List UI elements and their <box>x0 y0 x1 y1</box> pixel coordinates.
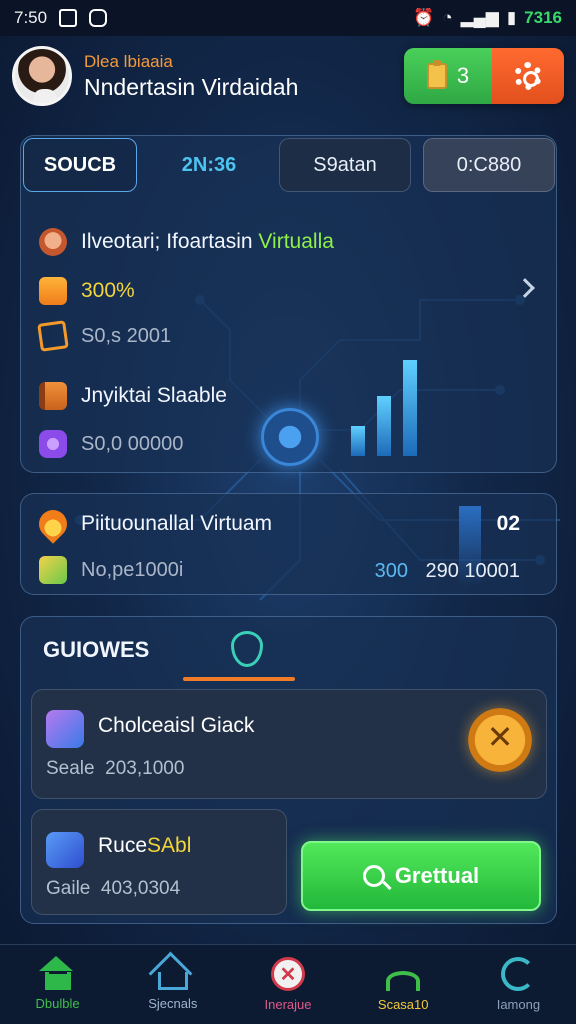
stats-row-percent[interactable]: 300% <box>39 277 135 305</box>
nav-signal[interactable]: Scasa10 <box>346 945 461 1024</box>
chart-icon <box>37 320 69 352</box>
summary-sub: No,pe1000i <box>81 558 184 581</box>
book-icon <box>39 382 67 410</box>
battery-text: 7316 <box>524 8 562 27</box>
bottom-nav: Dbulble Sjecnals ✕ Inerajue Scasa10 Iamo… <box>0 944 576 1024</box>
card-sub: Seale 203,1000 <box>46 758 185 779</box>
battery-icon: ▮ <box>506 8 517 27</box>
stats-row-stable[interactable]: Jnyiktai Slaable <box>39 382 227 410</box>
signal-icon: ▂▄▆ <box>460 8 499 27</box>
coin-badge-icon[interactable] <box>468 708 532 772</box>
row-label: Ilveotari; Ifoartasin Virtualla <box>81 230 334 253</box>
wifi-status-icon: ◔ <box>442 8 453 27</box>
gear-icon <box>514 62 542 90</box>
cash-icon <box>39 556 67 584</box>
nav-label: Dbulble <box>35 996 80 1011</box>
gift-box-icon <box>46 710 84 748</box>
stats-row-profile[interactable]: Ilveotari; Ifoartasin Virtualla <box>39 228 334 256</box>
stats-panel: SOUCB 2N:36 S9atan 0:C880 Ilveotari; Ifo… <box>20 135 557 473</box>
shield-notification-icon <box>89 9 108 27</box>
row-label: S0,0 00000 <box>81 432 184 455</box>
row-label: Jnyiktai Slaable <box>81 384 227 407</box>
summary-title: Piituounallal Virtuam <box>81 512 273 535</box>
flame-icon <box>33 504 73 544</box>
coin-purple-icon <box>39 430 67 458</box>
card-title: Cholceaisl Giack <box>98 714 255 737</box>
mini-bar-decoration <box>351 356 431 456</box>
nav-label: Scasa10 <box>377 997 429 1012</box>
chip-icon <box>261 408 319 466</box>
row-label: S0,s 2001 <box>81 324 172 347</box>
summary-panel[interactable]: Piituounallal Virtuam No,pe1000i 02 300 … <box>20 493 557 595</box>
clipboard-icon <box>426 60 447 89</box>
guide-card-2[interactable]: RuceSAbl Gaile 403,0304 <box>31 809 287 915</box>
nav-profile[interactable]: Iamong <box>461 945 576 1024</box>
tab-4[interactable]: 0:C880 <box>423 138 555 192</box>
shield-tab-icon[interactable] <box>231 631 263 667</box>
nav-label: Iamong <box>496 997 541 1012</box>
house-outline-icon <box>157 972 188 990</box>
summary-value-mid: 300 <box>374 560 408 582</box>
document-icon <box>39 277 67 305</box>
home-icon <box>38 956 73 990</box>
row-label: 300% <box>81 279 135 302</box>
header-subtitle: Dlea lbiaaia <box>84 51 173 71</box>
summary-sub-row: No,pe1000i <box>39 556 183 584</box>
nav-label: Sjecnals <box>148 996 198 1011</box>
guides-panel: GUIOWES Cholceaisl Giack Seale 203,1000 … <box>20 616 557 924</box>
tab-1[interactable]: SOUCB <box>23 138 137 192</box>
nav-label: Inerajue <box>264 997 312 1012</box>
summary-title-row: Piituounallal Virtuam <box>33 504 273 544</box>
nav-home[interactable]: Dbulble <box>0 945 115 1024</box>
tab-bar: SOUCB 2N:36 S9atan 0:C880 <box>21 136 558 194</box>
go-button-label: Grettual <box>394 863 480 888</box>
status-bar: 7:50 ⏰ ◔ ▂▄▆ ▮ 7316 <box>0 0 576 36</box>
go-button[interactable]: Grettual <box>301 841 541 911</box>
clipboard-count: 3 <box>456 63 470 88</box>
avatar[interactable] <box>12 46 72 106</box>
card-sub: Gaile 403,0304 <box>46 878 181 899</box>
clipboard-count-button[interactable]: 3 <box>404 48 492 104</box>
chevron-right-icon[interactable] <box>515 278 535 298</box>
wifi-icon <box>386 971 421 991</box>
app-header: Dlea lbiaaia Nndertasin Virdaidah 3 <box>0 36 576 116</box>
settings-button[interactable] <box>492 48 564 104</box>
nav-specials[interactable]: Sjecnals <box>115 945 230 1024</box>
active-tab-indicator <box>183 677 295 681</box>
guide-card-1[interactable]: Cholceaisl Giack Seale 203,1000 <box>31 689 547 799</box>
summary-value-far: 290 10001 <box>425 560 520 582</box>
notification-icon <box>59 9 78 27</box>
search-icon <box>362 865 385 887</box>
card-title: RuceSAbl <box>98 834 192 857</box>
status-time: 7:50 <box>14 8 48 27</box>
close-circle-icon: ✕ <box>271 957 305 991</box>
guides-heading: GUIOWES <box>43 637 150 662</box>
stats-row-balance: S0,0 00000 <box>39 430 183 458</box>
refresh-ring-icon <box>501 957 536 991</box>
summary-value-right: 02 <box>496 512 520 535</box>
header-title: Nndertasin Virdaidah <box>84 73 299 100</box>
stats-row-value: S0,s 2001 <box>37 320 172 352</box>
avatar-face-icon <box>39 228 67 256</box>
package-icon <box>46 832 84 868</box>
alarm-icon: ⏰ <box>413 8 435 27</box>
tab-2[interactable]: 2N:36 <box>149 138 269 192</box>
tab-3[interactable]: S9atan <box>279 138 411 192</box>
nav-center[interactable]: ✕ Inerajue <box>230 945 345 1024</box>
